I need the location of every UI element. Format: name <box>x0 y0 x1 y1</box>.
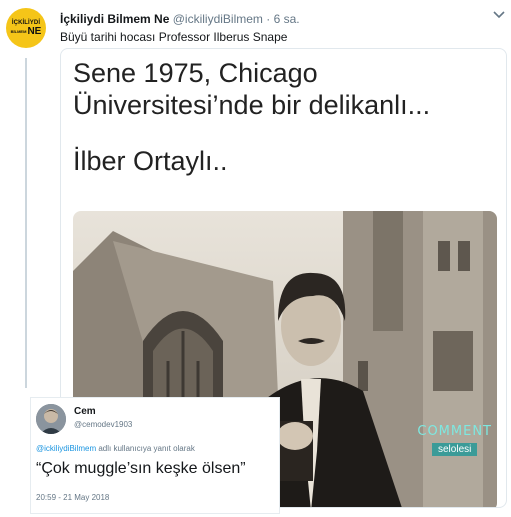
reply-context-text: adlı kullanıcıya yanıt olarak <box>98 444 195 453</box>
header-separator: · <box>266 12 271 26</box>
watermark: COMMENT selolesi <box>417 424 492 457</box>
avatar-text-line1: İÇKİLİYDİ <box>11 19 41 26</box>
reply-timestamp[interactable]: 20:59 - 21 May 2018 <box>36 493 109 502</box>
reply-author-name[interactable]: Cem <box>74 406 96 417</box>
account-name[interactable]: İçkiliydi Bilmem Ne <box>60 12 169 26</box>
reply-avatar[interactable] <box>36 404 66 434</box>
media-caption-line2: Üniversitesi’nde bir delikanlı... <box>73 90 431 120</box>
reply-card[interactable]: Cem @cemodev1903 @ickiliydiBilmem adlı k… <box>30 397 280 514</box>
media-caption-line3: İlber Ortaylı.. <box>73 146 228 176</box>
reply-mention-link[interactable]: @ickiliydiBilmem <box>36 444 96 453</box>
avatar-text-small: BİLMEM <box>10 28 27 34</box>
avatar-text-big: NE <box>27 25 42 37</box>
tweet-text: Büyü tarihi hocası Professor Ilberus Sna… <box>60 30 288 44</box>
tweet-time[interactable]: 6 sa. <box>274 12 300 26</box>
avatar[interactable]: İÇKİLİYDİ BİLMEM NE <box>6 8 46 48</box>
account-handle[interactable]: @ickiliydiBilmem <box>173 12 263 26</box>
reply-text: “Çok muggle’sın keşke ölsen” <box>36 460 246 477</box>
reply-author-handle[interactable]: @cemodev1903 <box>74 420 132 429</box>
watermark-bottom: selolesi <box>432 443 478 456</box>
tweet-header: İçkiliydi Bilmem Ne @ickiliydiBilmem · 6… <box>60 12 300 26</box>
watermark-top: COMMENT <box>417 424 492 439</box>
media-caption: Sene 1975, Chicago Üniversitesi’nde bir … <box>73 57 430 177</box>
media-caption-line1: Sene 1975, Chicago <box>73 58 318 88</box>
thread-line <box>25 58 27 388</box>
chevron-down-icon[interactable] <box>493 10 505 22</box>
reply-context: @ickiliydiBilmem adlı kullanıcıya yanıt … <box>36 444 195 453</box>
